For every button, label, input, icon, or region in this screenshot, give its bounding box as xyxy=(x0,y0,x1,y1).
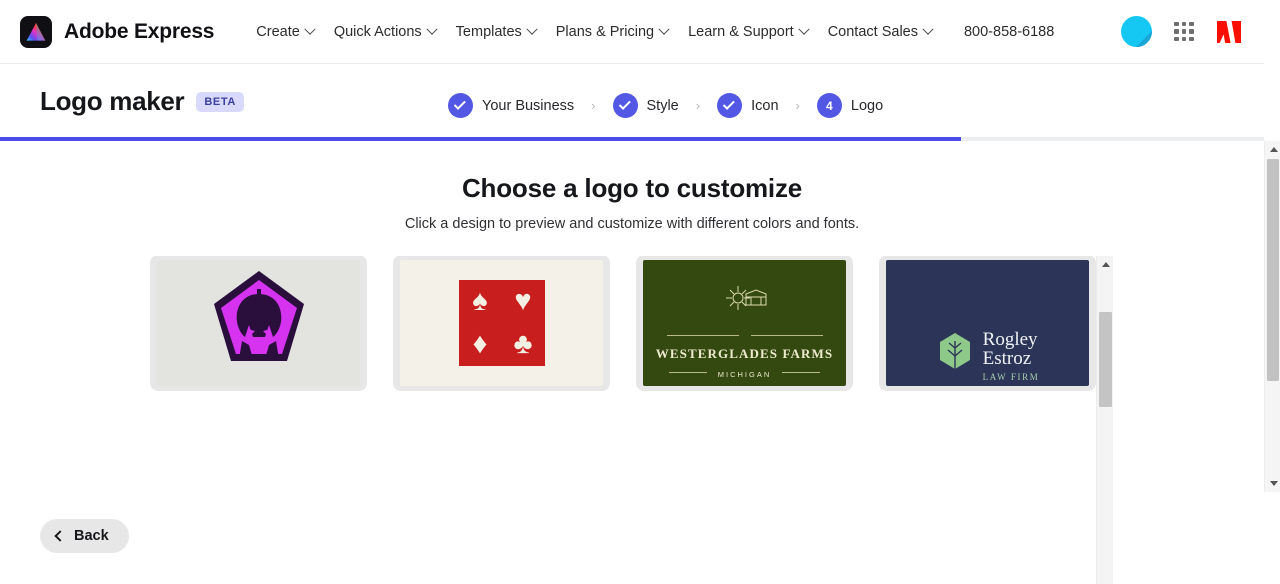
step-completed-icon xyxy=(612,93,638,118)
sales-phone-number[interactable]: 800-858-6188 xyxy=(964,24,1054,40)
scroll-up-arrow-icon[interactable] xyxy=(1097,256,1114,273)
chevron-down-icon xyxy=(526,23,538,35)
step-icon[interactable]: Icon xyxy=(717,93,779,118)
step-label: Icon xyxy=(751,97,779,114)
step-separator-icon: › xyxy=(795,98,800,113)
farms-lockup: WESTERGLADES FARMS MICHIGAN xyxy=(656,271,833,386)
club-icon: ♣ xyxy=(513,328,533,360)
app-grid-icon[interactable] xyxy=(1174,21,1194,42)
law-firm-name-line1: Rogley xyxy=(982,329,1038,351)
nav-item-templates[interactable]: Templates xyxy=(446,18,546,46)
step-completed-icon xyxy=(717,93,743,118)
nav-item-label: Plans & Pricing xyxy=(555,23,655,40)
farms-name-label: WESTERGLADES FARMS xyxy=(655,346,834,361)
step-your-business[interactable]: Your Business xyxy=(448,93,574,118)
nav-item-learn-support[interactable]: Learn & Support xyxy=(678,18,818,46)
law-firm-text: Rogley Estroz LAW FIRM xyxy=(983,330,1040,382)
step-separator-icon: › xyxy=(591,98,596,113)
nav-item-label: Contact Sales xyxy=(827,23,918,40)
chevron-down-icon xyxy=(304,23,316,35)
nav-item-label: Create xyxy=(256,23,300,40)
law-firm-lockup: Rogley Estroz LAW FIRM xyxy=(936,330,1040,382)
nav-right-actions xyxy=(1121,16,1242,47)
card-suits-square-icon: ♠ ♥ ♦ ♣ xyxy=(458,280,545,366)
page-scrollbar-thumb[interactable] xyxy=(1267,159,1279,381)
step-separator-icon: › xyxy=(695,98,701,113)
law-firm-tagline: LAW FIRM xyxy=(982,372,1040,382)
logo-card[interactable]: ♠ ♥ ♦ ♣ xyxy=(393,256,610,391)
step-logo[interactable]: 4 Logo xyxy=(816,93,884,118)
step-completed-icon xyxy=(448,93,473,118)
step-label: Your Business xyxy=(482,97,575,114)
content-headline: Choose a logo to customize xyxy=(461,173,803,203)
logo-card-art xyxy=(157,260,360,386)
logo-card-art: WESTERGLADES FARMS MICHIGAN xyxy=(643,260,846,386)
back-button-label: Back xyxy=(74,528,109,544)
chevron-left-icon xyxy=(54,530,66,542)
back-button[interactable]: Back xyxy=(40,519,129,553)
wizard-stepper: Your Business › Style › Icon › 4 Logo xyxy=(448,93,883,118)
farms-divider xyxy=(656,327,833,345)
farms-sub-row: MICHIGAN xyxy=(656,364,833,382)
hexagon-tree-icon xyxy=(939,333,970,379)
step-style[interactable]: Style xyxy=(612,93,679,118)
logo-grid: FORESTRY xyxy=(150,256,1096,391)
barn-sun-icon xyxy=(725,286,766,310)
logo-grid-viewport: FORESTRY xyxy=(150,256,1113,584)
step-label: Logo xyxy=(850,97,884,114)
nav-item-create[interactable]: Create xyxy=(246,18,324,46)
diamond-icon: ♦ xyxy=(472,328,488,360)
logo-maker-subheader: Logo maker BETA Your Business › Style › … xyxy=(0,64,1264,140)
page-title: Logo maker xyxy=(40,86,185,116)
adobe-logo-icon[interactable] xyxy=(1216,20,1242,44)
chevron-down-icon xyxy=(922,23,934,35)
logo-grid-scrollbar-thumb[interactable] xyxy=(1099,312,1112,407)
nav-item-contact-sales[interactable]: Contact Sales xyxy=(818,18,942,46)
warrior-pentagon-emblem-icon xyxy=(213,271,304,361)
primary-nav-items: Create Quick Actions Templates Plans & P… xyxy=(246,18,1054,46)
nav-item-label: Quick Actions xyxy=(333,23,422,40)
heart-icon: ♥ xyxy=(514,285,532,317)
page-scrollbar[interactable] xyxy=(1264,141,1280,492)
chevron-down-icon xyxy=(658,23,670,35)
farms-state-label: MICHIGAN xyxy=(717,370,772,379)
brand-name-label: Adobe Express xyxy=(64,19,215,43)
nav-item-quick-actions[interactable]: Quick Actions xyxy=(324,18,446,46)
top-navigation-bar: Adobe Express Create Quick Actions Templ… xyxy=(0,0,1264,64)
logo-card-art: Rogley Estroz LAW FIRM xyxy=(886,260,1089,386)
logo-grid-scrollbar[interactable] xyxy=(1096,256,1113,584)
page-scroll-up-arrow-icon[interactable] xyxy=(1265,141,1280,158)
user-avatar-icon[interactable] xyxy=(1121,16,1152,47)
nav-item-label: Templates xyxy=(455,23,522,40)
nav-item-plans-pricing[interactable]: Plans & Pricing xyxy=(546,18,678,46)
beta-badge: BETA xyxy=(196,91,244,112)
main-content: Choose a logo to customize Click a desig… xyxy=(0,141,1264,584)
logo-card[interactable] xyxy=(150,256,367,391)
chevron-down-icon xyxy=(798,23,810,35)
logo-card[interactable]: WESTERGLADES FARMS MICHIGAN xyxy=(636,256,853,391)
adobe-express-logo-icon xyxy=(20,15,52,48)
logo-card-art: ♠ ♥ ♦ ♣ xyxy=(400,260,603,386)
chevron-down-icon xyxy=(426,23,438,35)
step-number: 4 xyxy=(816,93,842,118)
page-title-group: Logo maker BETA xyxy=(40,86,244,117)
nav-item-label: Learn & Support xyxy=(688,23,794,40)
logo-maker-page: Adobe Express Create Quick Actions Templ… xyxy=(0,0,1280,584)
page-scroll-down-arrow-icon[interactable] xyxy=(1265,475,1280,492)
step-label: Style xyxy=(646,97,679,114)
spade-icon: ♠ xyxy=(472,285,488,317)
logo-card[interactable]: Rogley Estroz LAW FIRM xyxy=(879,256,1096,391)
brand-home-link[interactable]: Adobe Express xyxy=(20,15,215,48)
content-subline: Click a design to preview and customize … xyxy=(404,216,860,232)
law-firm-name-line2: Estroz xyxy=(982,348,1032,370)
